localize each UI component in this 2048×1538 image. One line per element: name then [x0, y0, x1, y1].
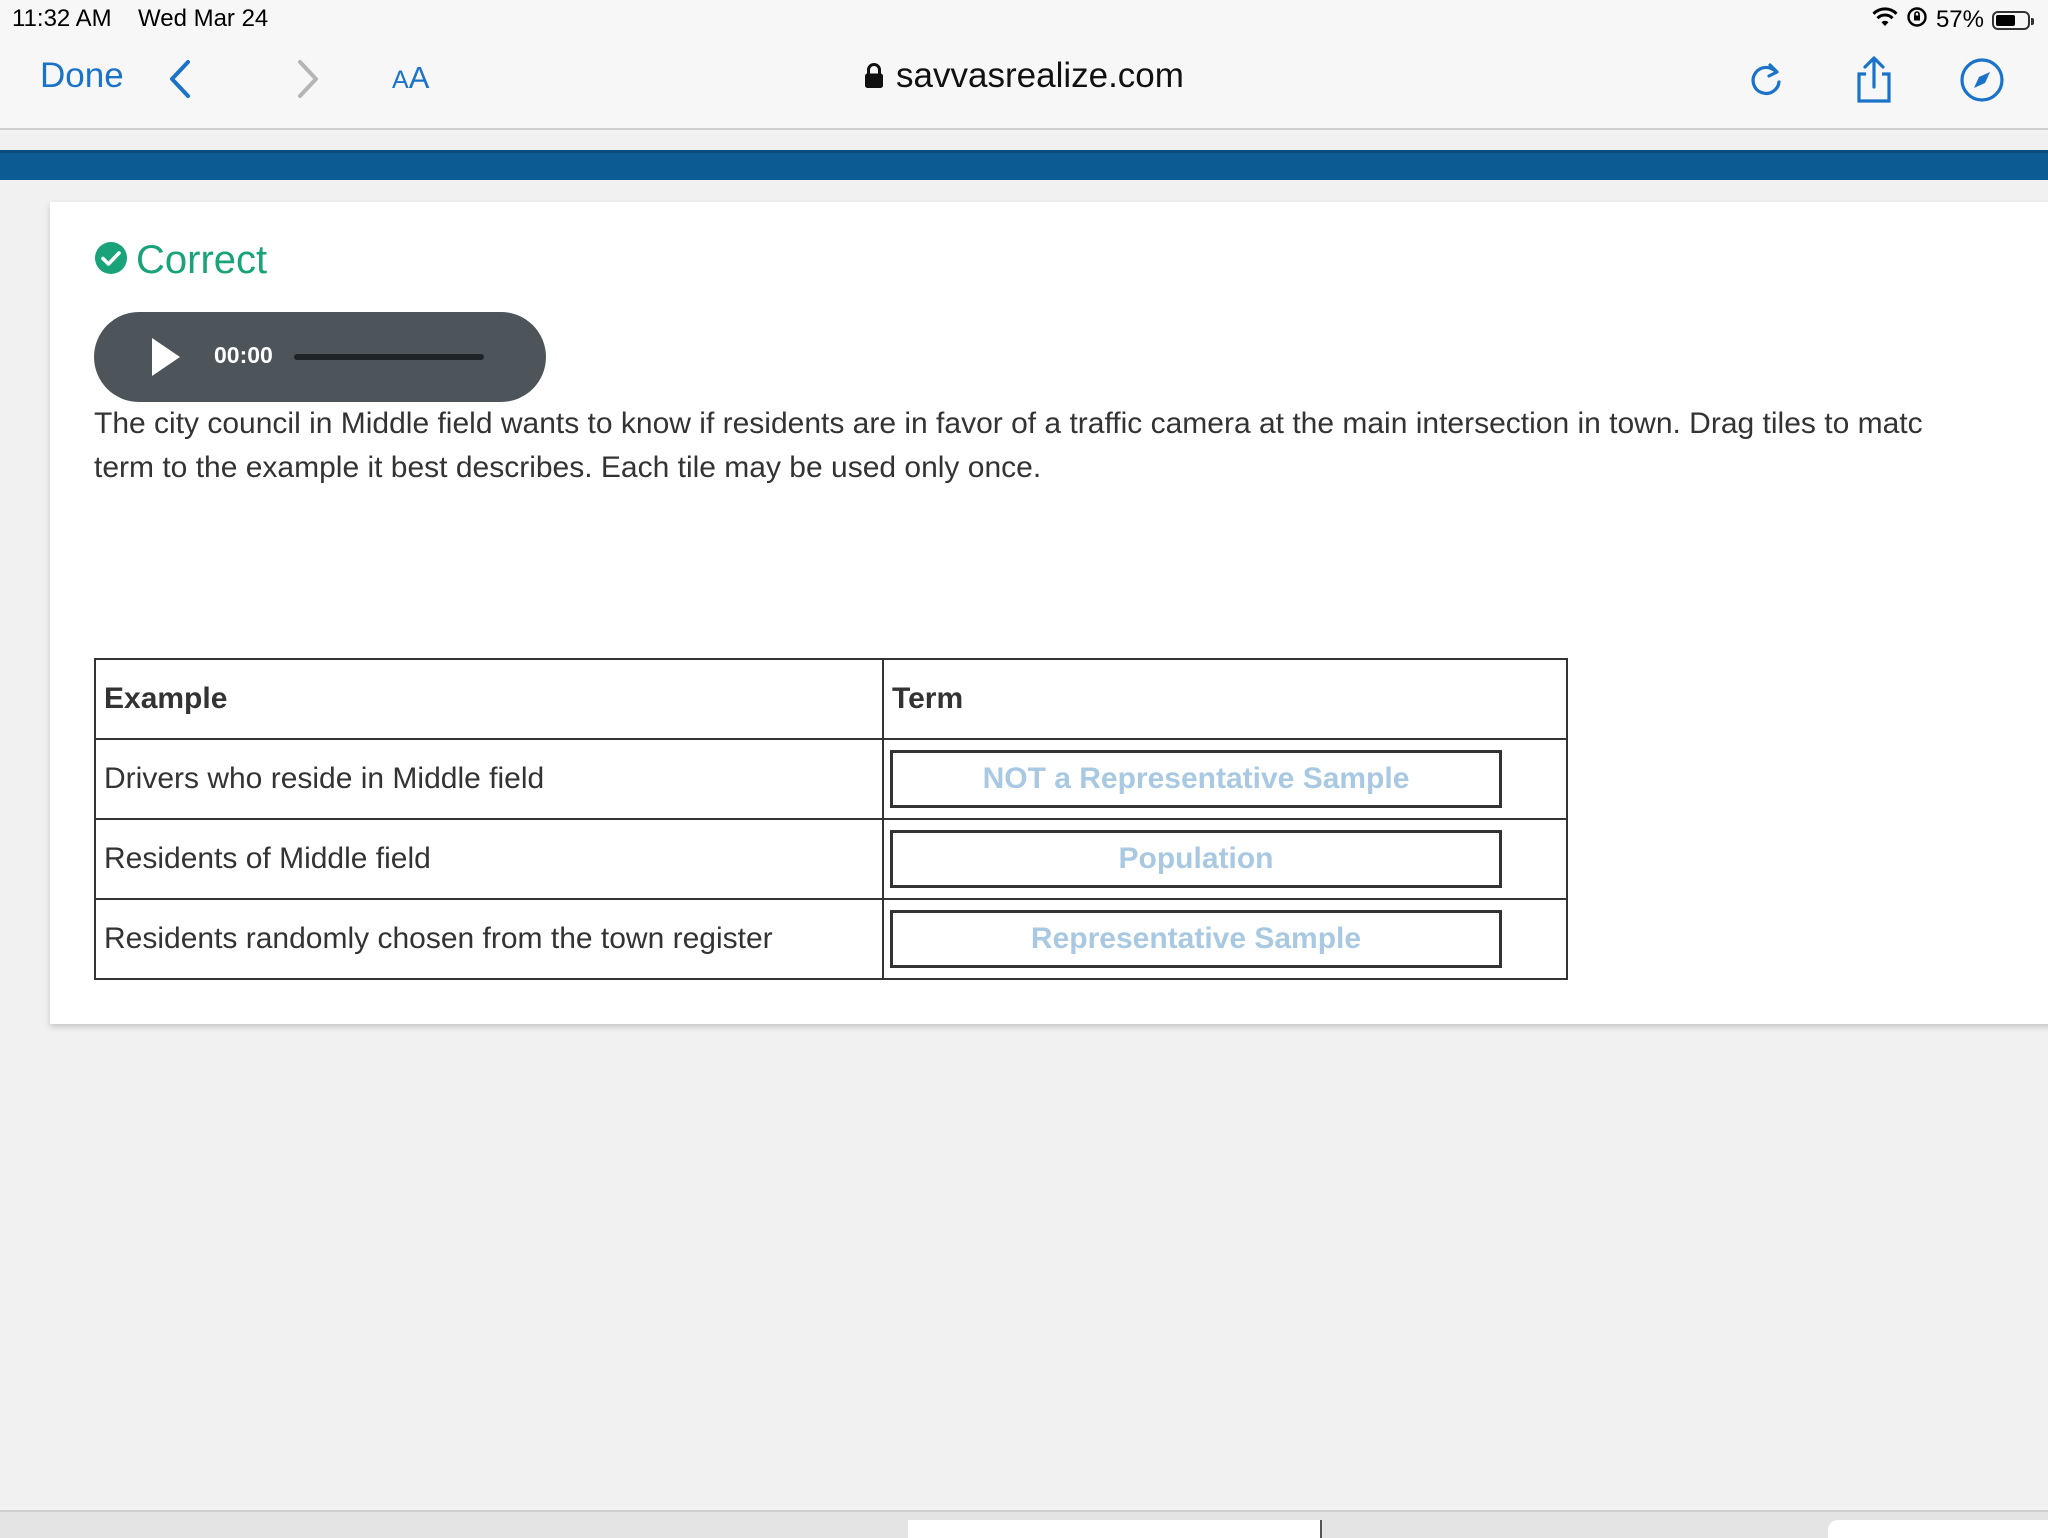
share-icon[interactable]: [1848, 54, 1900, 106]
status-time: 11:32 AM: [12, 5, 112, 32]
compass-icon[interactable]: [1956, 54, 2008, 106]
play-icon[interactable]: [152, 338, 180, 376]
feedback-label: Correct: [136, 238, 268, 282]
url-text: savvasrealize.com: [896, 56, 1184, 95]
example-cell: Residents randomly chosen from the town …: [94, 898, 884, 980]
battery-icon: [1992, 10, 2034, 30]
question-card: Correct 00:00 The city council in Middle…: [50, 202, 2048, 1024]
status-bar: 11:32 AM Wed Mar 24 57%: [0, 0, 2048, 40]
term-tile[interactable]: NOT a Representative Sample: [890, 750, 1502, 808]
bottom-bar-segment: [1828, 1520, 2048, 1538]
battery-percent: 57%: [1935, 6, 1984, 33]
header-term: Term: [882, 658, 1568, 740]
status-indicators: 57%: [1872, 4, 2034, 36]
question-prompt: The city council in Middle field wants t…: [94, 402, 2048, 490]
example-cell: Drivers who reside in Middle field: [94, 738, 884, 820]
bottom-toolbar: [0, 1510, 2048, 1538]
table-row: Residents of Middle field Population: [94, 818, 1568, 900]
table-row: Residents randomly chosen from the town …: [94, 898, 1568, 980]
feedback-status: Correct: [94, 238, 267, 283]
table-row: Drivers who reside in Middle field NOT a…: [94, 738, 1568, 820]
term-cell: Population: [882, 818, 1568, 900]
term-cell: NOT a Representative Sample: [882, 738, 1568, 820]
prompt-line-2: term to the example it best describes. E…: [94, 451, 1042, 484]
bottom-bar-segment: [908, 1520, 1322, 1538]
browser-toolbar: Done AA savvasrealize.com: [0, 40, 2048, 130]
header-example: Example: [94, 658, 884, 740]
audio-player: 00:00: [94, 312, 546, 402]
term-tile[interactable]: Population: [890, 830, 1502, 888]
table-header-row: Example Term: [94, 658, 1568, 740]
wifi-icon: [1872, 6, 1898, 35]
prompt-line-1: The city council in Middle field wants t…: [94, 407, 1923, 440]
orientation-lock-icon: [1906, 6, 1928, 35]
term-cell: Representative Sample: [882, 898, 1568, 980]
status-date: Wed Mar 24: [138, 5, 269, 32]
site-header-band: [0, 150, 2048, 180]
matching-table: Example Term Drivers who reside in Middl…: [94, 658, 1568, 980]
lock-icon: [864, 58, 884, 98]
audio-time: 00:00: [214, 342, 273, 368]
term-tile[interactable]: Representative Sample: [890, 910, 1502, 968]
reload-icon[interactable]: [1740, 54, 1792, 106]
example-cell: Residents of Middle field: [94, 818, 884, 900]
check-circle-icon: [94, 241, 128, 280]
audio-progress-track[interactable]: [294, 354, 484, 360]
